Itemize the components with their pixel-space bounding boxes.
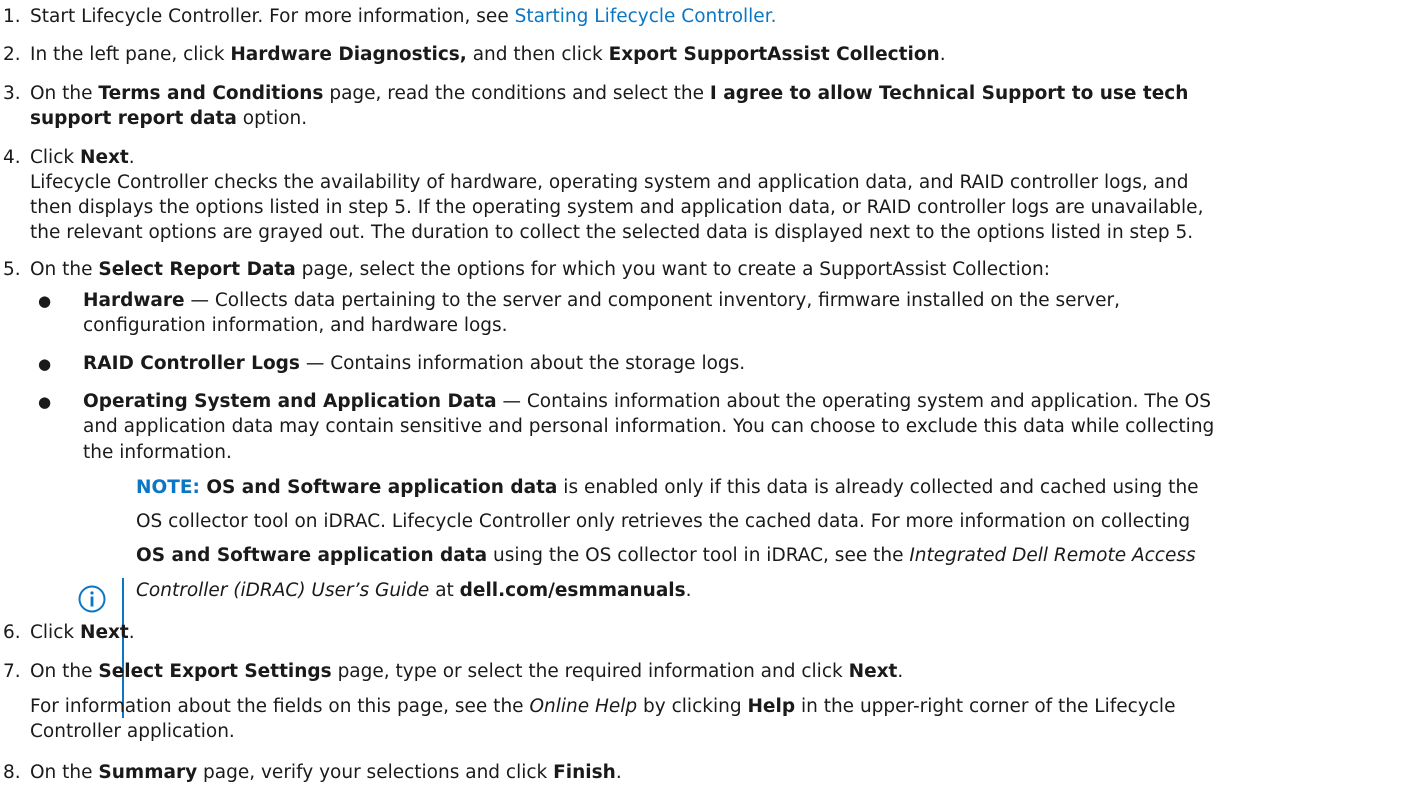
step-number: 8. xyxy=(3,762,21,783)
step-7: On the Select Export Settings page, type… xyxy=(30,661,904,682)
step-8: On the Summary page, verify your selecti… xyxy=(30,762,622,783)
note-label: NOTE: xyxy=(136,477,200,498)
step-4-para-line: the relevant options are grayed out. The… xyxy=(30,222,1194,243)
bullet-os-app-data: Operating System and Application Data — … xyxy=(83,391,1211,412)
step-1: Start Lifecycle Controller. For more inf… xyxy=(30,6,777,27)
step-number: 1. xyxy=(3,6,21,27)
bullet-os-app-data-cont: the information. xyxy=(83,442,232,463)
esmmanuals-link[interactable]: dell.com/esmmanuals xyxy=(460,580,686,601)
step-2: In the left pane, click Hardware Diagnos… xyxy=(30,44,946,65)
bullet-icon: ● xyxy=(38,292,52,310)
step-4: Click Next. xyxy=(30,147,135,168)
starting-lifecycle-controller-link[interactable]: Starting Lifecycle Controller. xyxy=(515,6,777,27)
step-6: Click Next. xyxy=(30,622,135,643)
step-3-line-2: support report data option. xyxy=(30,108,308,129)
bullet-icon: ● xyxy=(38,393,52,411)
step-4-para-line: Lifecycle Controller checks the availabi… xyxy=(30,172,1189,193)
step-number: 3. xyxy=(3,83,21,104)
note-line-3: OS and Software application data using t… xyxy=(136,545,1196,566)
bullet-icon: ● xyxy=(38,355,52,373)
info-icon xyxy=(78,585,106,613)
step-number: 7. xyxy=(3,661,21,682)
step-number: 5. xyxy=(3,259,21,280)
step-5: On the Select Report Data page, select t… xyxy=(30,259,1051,280)
step-number: 2. xyxy=(3,44,21,65)
step-number: 6. xyxy=(3,622,21,643)
note-line-2: OS collector tool on iDRAC. Lifecycle Co… xyxy=(136,511,1191,532)
step-7-para-line-1: For information about the fields on this… xyxy=(30,696,1176,717)
step-3-line-1: On the Terms and Conditions page, read t… xyxy=(30,83,1189,104)
bullet-hardware: Hardware — Collects data pertaining to t… xyxy=(83,290,1120,311)
document-page: 1. Start Lifecycle Controller. For more … xyxy=(0,0,1413,796)
step-4-para-line: then displays the options listed in step… xyxy=(30,197,1204,218)
note-line-1: NOTE: OS and Software application data i… xyxy=(136,477,1199,498)
note-line-4: Controller (iDRAC) User’s Guide at dell.… xyxy=(136,580,692,601)
step-number: 4. xyxy=(3,147,21,168)
bullet-hardware-cont: configuration information, and hardware … xyxy=(83,315,508,336)
bullet-os-app-data-cont: and application data may contain sensiti… xyxy=(83,416,1215,437)
step-7-para-line-2: Controller application. xyxy=(30,721,235,742)
bullet-raid-controller-logs: RAID Controller Logs — Contains informat… xyxy=(83,353,746,374)
